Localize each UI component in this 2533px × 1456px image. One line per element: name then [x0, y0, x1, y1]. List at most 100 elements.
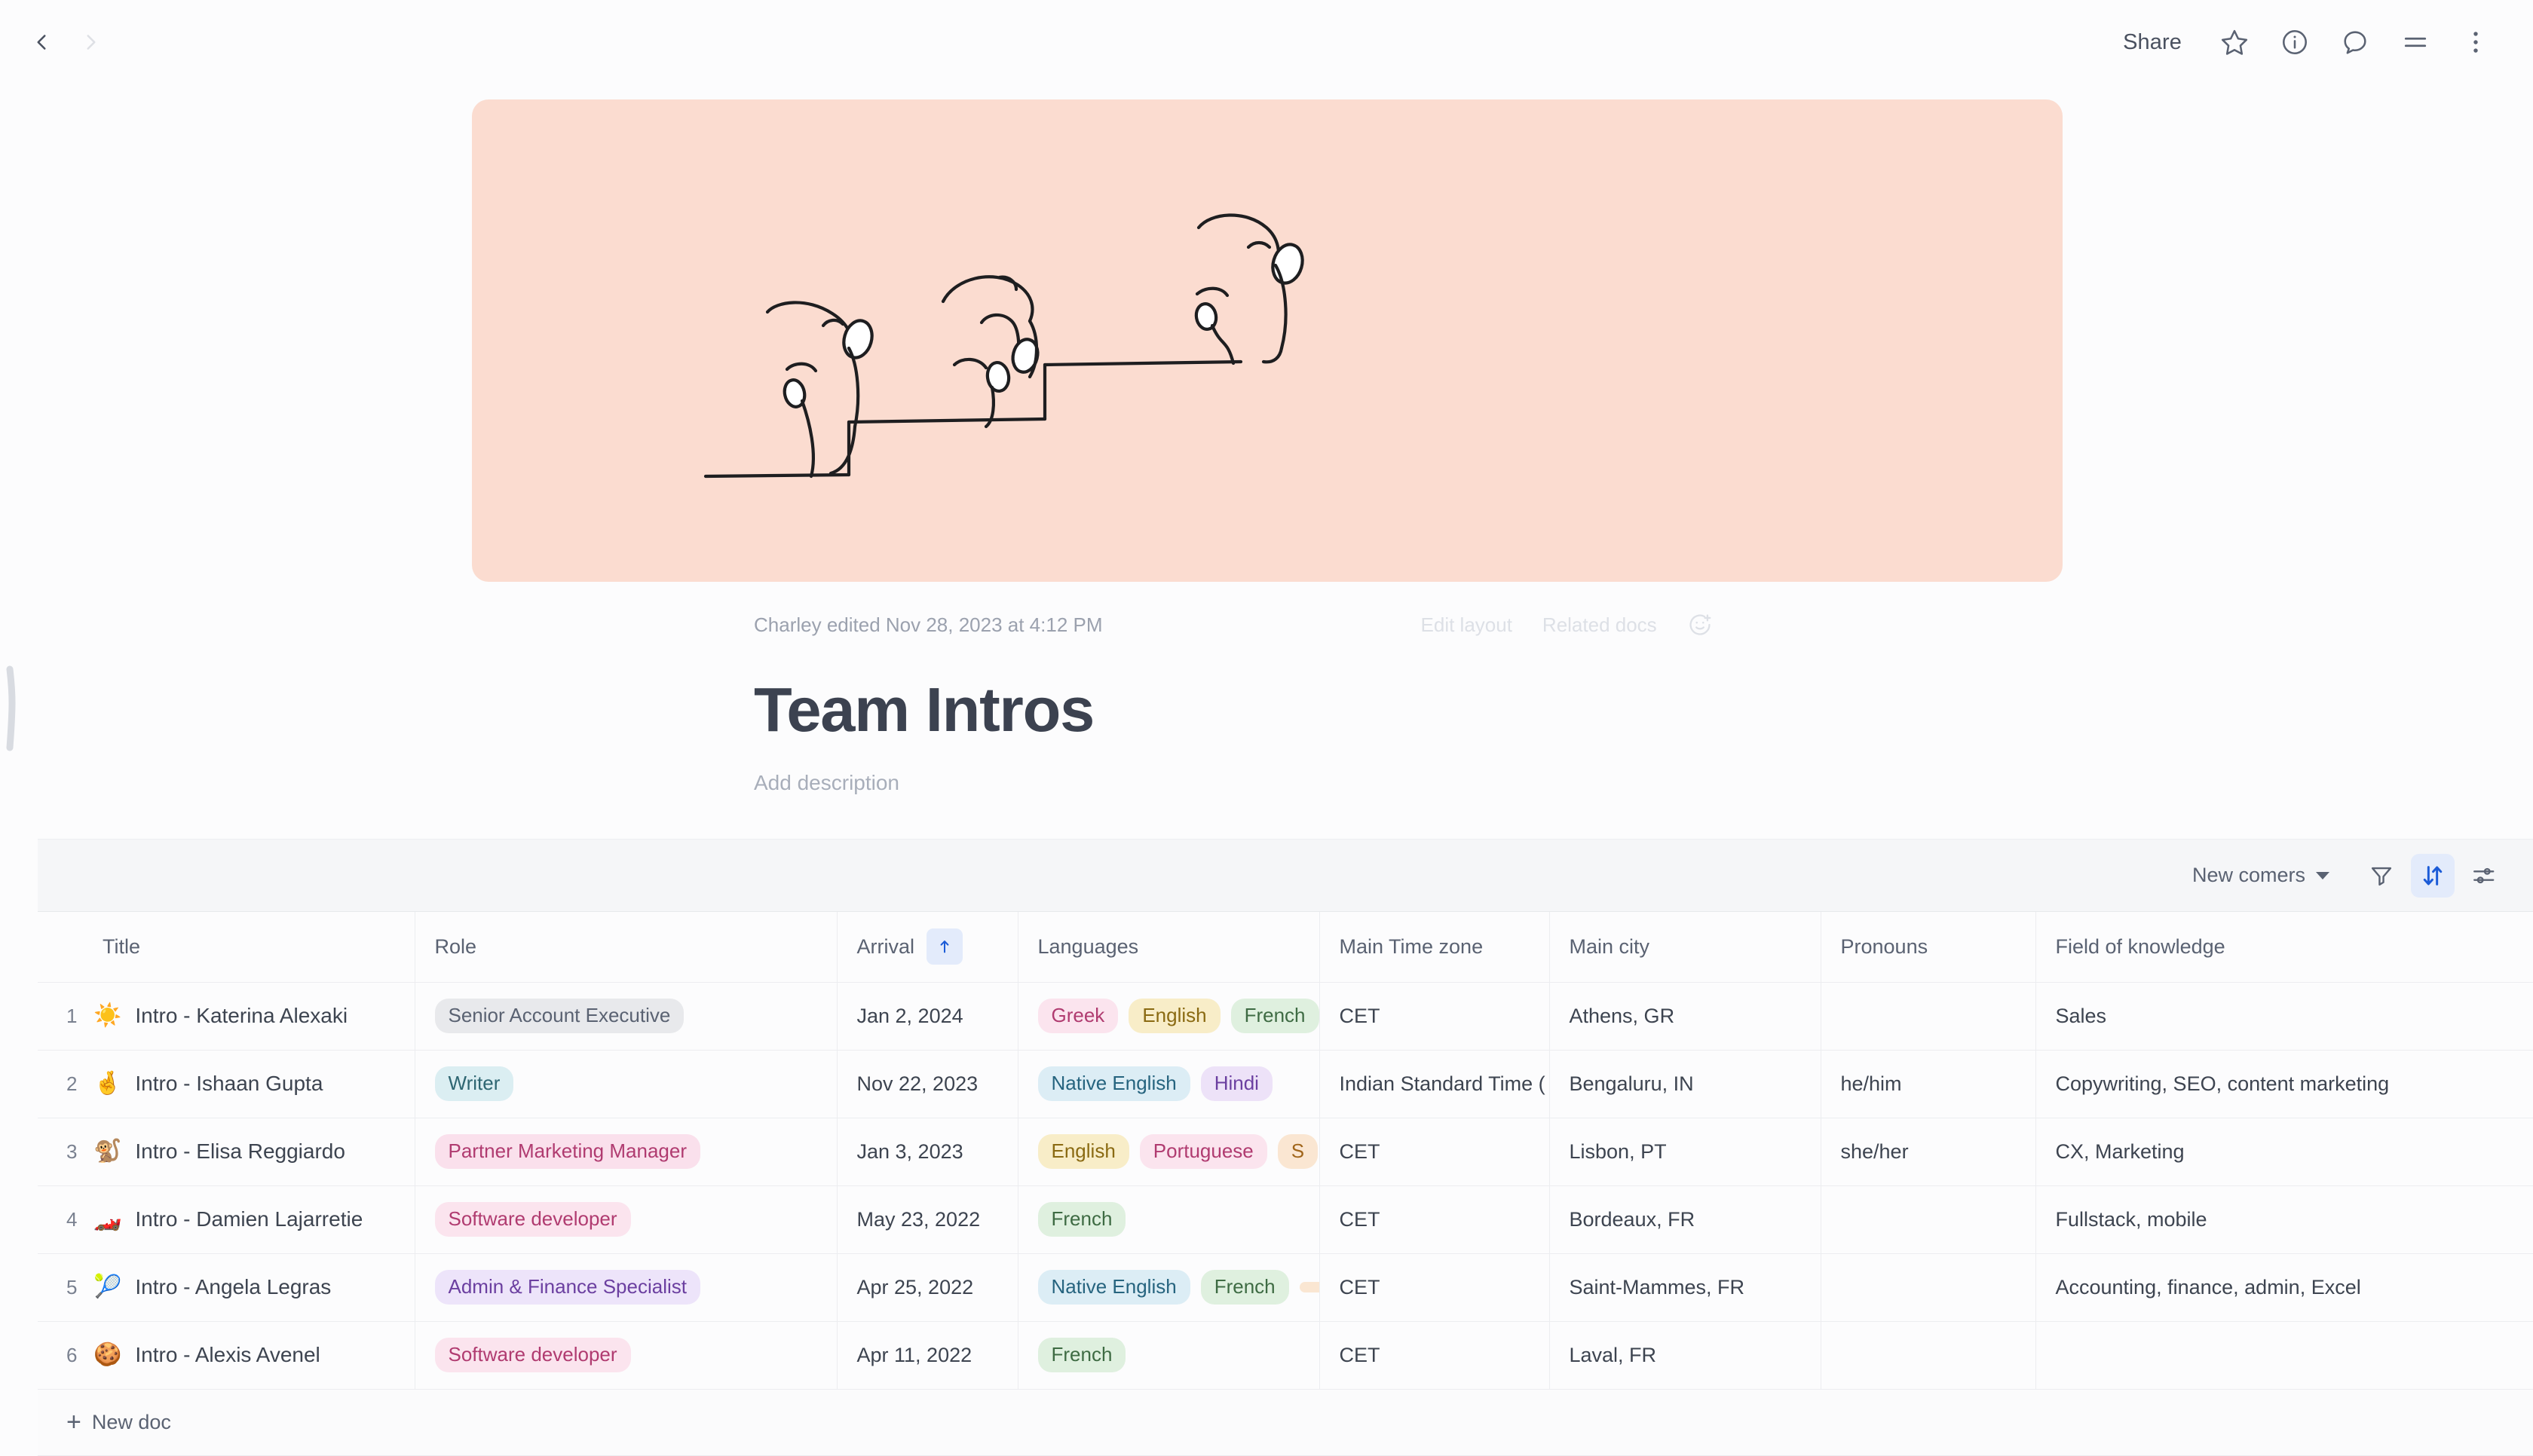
new-doc-button[interactable]: + New doc — [38, 1389, 2533, 1456]
chevron-right-icon[interactable] — [78, 29, 104, 55]
info-circle-icon[interactable] — [2271, 18, 2319, 66]
cell-city[interactable]: Bordeaux, FR — [1549, 1185, 1821, 1254]
doc-title-link[interactable]: Intro - Alexis Avenel — [135, 1343, 320, 1367]
cell-languages[interactable]: Greek English French — [1018, 982, 1320, 1051]
column-header-arrival-label: Arrival — [856, 934, 915, 958]
cell-languages[interactable]: French — [1018, 1321, 1320, 1390]
more-vertical-icon[interactable] — [2452, 18, 2500, 66]
cell-role[interactable]: Partner Marketing Manager — [415, 1118, 838, 1186]
comment-bubble-icon[interactable] — [2331, 18, 2379, 66]
role-chip: Senior Account Executive — [434, 999, 685, 1033]
cell-pronouns[interactable] — [1821, 982, 2036, 1051]
last-edited-text: Charley edited Nov 28, 2023 at 4:12 PM — [754, 613, 1103, 636]
sliders-icon[interactable] — [2462, 854, 2506, 898]
cell-title[interactable]: 🎾 Intro - Angela Legras — [83, 1253, 415, 1322]
cell-title[interactable]: 🐒 Intro - Elisa Reggiardo — [83, 1118, 415, 1186]
cell-field[interactable]: Accounting, finance, admin, Excel — [2035, 1253, 2533, 1322]
table-row[interactable]: 2 🤞 Intro - Ishaan Gupta Writer Nov 22, 2023… — [38, 1050, 2533, 1118]
add-reaction-icon[interactable] — [1687, 612, 1713, 638]
column-header-field[interactable]: Field of knowledge — [2035, 912, 2533, 983]
cell-field[interactable]: Fullstack, mobile — [2035, 1185, 2533, 1254]
cell-arrival[interactable]: Apr 25, 2022 — [837, 1253, 1018, 1322]
edit-layout-button[interactable]: Edit layout — [1421, 613, 1512, 637]
cell-arrival[interactable]: Nov 22, 2023 — [837, 1050, 1018, 1118]
cell-arrival[interactable]: Jan 3, 2023 — [837, 1118, 1018, 1186]
column-header-title[interactable]: Title — [83, 912, 415, 983]
star-icon[interactable] — [2210, 18, 2259, 66]
cell-role[interactable]: Software developer — [415, 1321, 838, 1390]
cell-city[interactable]: Bengaluru, IN — [1549, 1050, 1821, 1118]
description-placeholder[interactable]: Add description — [0, 771, 2533, 795]
column-header-city[interactable]: Main city — [1549, 912, 1821, 983]
column-header-role[interactable]: Role — [415, 912, 838, 983]
cell-languages[interactable]: French — [1018, 1185, 1320, 1254]
cell-title[interactable]: 🤞 Intro - Ishaan Gupta — [83, 1050, 415, 1118]
cell-field[interactable]: Sales — [2035, 982, 2533, 1051]
cell-city[interactable]: Athens, GR — [1549, 982, 1821, 1051]
cell-city[interactable]: Laval, FR — [1549, 1321, 1821, 1390]
row-number: 2 — [38, 1050, 83, 1118]
cell-title[interactable]: ☀️ Intro - Katerina Alexaki — [83, 982, 415, 1051]
table-row[interactable]: 3 🐒 Intro - Elisa Reggiardo Partner Marketi… — [38, 1118, 2533, 1186]
cell-pronouns[interactable] — [1821, 1185, 2036, 1254]
table-row[interactable]: 1 ☀️ Intro - Katerina Alexaki Senior Accoun… — [38, 982, 2533, 1051]
cell-pronouns[interactable]: she/her — [1821, 1118, 2036, 1186]
cell-timezone[interactable]: CET — [1319, 1253, 1550, 1322]
cell-timezone[interactable]: CET — [1319, 1118, 1550, 1186]
row-emoji-icon: 🤞 — [93, 1071, 122, 1096]
table-row[interactable]: 6 🍪 Intro - Alexis Avenel Software develope… — [38, 1321, 2533, 1390]
cell-arrival[interactable]: May 23, 2022 — [837, 1185, 1018, 1254]
doc-title-link[interactable]: Intro - Angela Legras — [135, 1275, 331, 1299]
cell-field[interactable] — [2035, 1321, 2533, 1390]
column-header-timezone-label: Main Time zone — [1339, 934, 1484, 958]
language-chip: English — [1037, 1134, 1129, 1169]
cell-pronouns[interactable] — [1821, 1321, 2036, 1390]
cell-arrival[interactable]: Apr 11, 2022 — [837, 1321, 1018, 1390]
filter-funnel-icon[interactable] — [2360, 854, 2403, 898]
column-header-pronouns[interactable]: Pronouns — [1821, 912, 2036, 983]
sort-arrows-icon[interactable] — [2411, 853, 2455, 898]
table-row[interactable]: 5 🎾 Intro - Angela Legras Admin & Finance S… — [38, 1253, 2533, 1322]
cell-city[interactable]: Saint-Mammes, FR — [1549, 1253, 1821, 1322]
column-header-languages[interactable]: Languages — [1018, 912, 1320, 983]
cell-field[interactable]: CX, Marketing — [2035, 1118, 2533, 1186]
cell-languages[interactable]: Native English Hindi — [1018, 1050, 1320, 1118]
cell-title[interactable]: 🍪 Intro - Alexis Avenel — [83, 1321, 415, 1390]
chevron-left-icon[interactable] — [29, 29, 54, 55]
view-selector[interactable]: New comers — [2180, 857, 2342, 894]
list-lines-icon[interactable] — [2391, 18, 2440, 66]
cell-timezone[interactable]: CET — [1319, 1321, 1550, 1390]
sort-ascending-badge[interactable] — [927, 928, 963, 965]
view-selector-label: New comers — [2191, 864, 2305, 886]
cell-role[interactable]: Senior Account Executive — [415, 982, 838, 1051]
cell-role[interactable]: Software developer — [415, 1185, 838, 1254]
doc-title-link[interactable]: Intro - Katerina Alexaki — [135, 1004, 348, 1028]
language-chip: French — [1037, 1202, 1126, 1237]
page-title[interactable]: Team Intros — [0, 678, 2533, 741]
language-chip: Portuguese — [1139, 1134, 1267, 1169]
cell-field[interactable]: Copywriting, SEO, content marketing — [2035, 1050, 2533, 1118]
row-number-label: 6 — [66, 1343, 78, 1366]
doc-title-link[interactable]: Intro - Damien Lajarretie — [135, 1207, 363, 1231]
cell-pronouns[interactable] — [1821, 1253, 2036, 1322]
cell-timezone[interactable]: CET — [1319, 982, 1550, 1051]
cell-timezone[interactable]: Indian Standard Time ( — [1319, 1050, 1550, 1118]
doc-title-link[interactable]: Intro - Ishaan Gupta — [135, 1072, 323, 1096]
cell-arrival[interactable]: Jan 2, 2024 — [837, 982, 1018, 1051]
cover-image-banner[interactable] — [472, 99, 2063, 582]
cell-languages[interactable]: English Portuguese S — [1018, 1118, 1320, 1186]
cell-city[interactable]: Lisbon, PT — [1549, 1118, 1821, 1186]
column-header-timezone[interactable]: Main Time zone — [1319, 912, 1550, 983]
column-header-arrival[interactable]: Arrival — [837, 912, 1018, 983]
table-row[interactable]: 4 🏎️ Intro - Damien Lajarretie Software dev… — [38, 1185, 2533, 1254]
cell-languages[interactable]: Native English French — [1018, 1253, 1320, 1322]
related-docs-button[interactable]: Related docs — [1542, 613, 1657, 637]
column-header-city-label: Main city — [1569, 934, 1650, 958]
share-button[interactable]: Share — [2106, 23, 2198, 63]
cell-timezone[interactable]: CET — [1319, 1185, 1550, 1254]
cell-role[interactable]: Writer — [415, 1050, 838, 1118]
cell-pronouns[interactable]: he/him — [1821, 1050, 2036, 1118]
cell-role[interactable]: Admin & Finance Specialist — [415, 1253, 838, 1322]
doc-title-link[interactable]: Intro - Elisa Reggiardo — [135, 1139, 345, 1164]
cell-title[interactable]: 🏎️ Intro - Damien Lajarretie — [83, 1185, 415, 1254]
